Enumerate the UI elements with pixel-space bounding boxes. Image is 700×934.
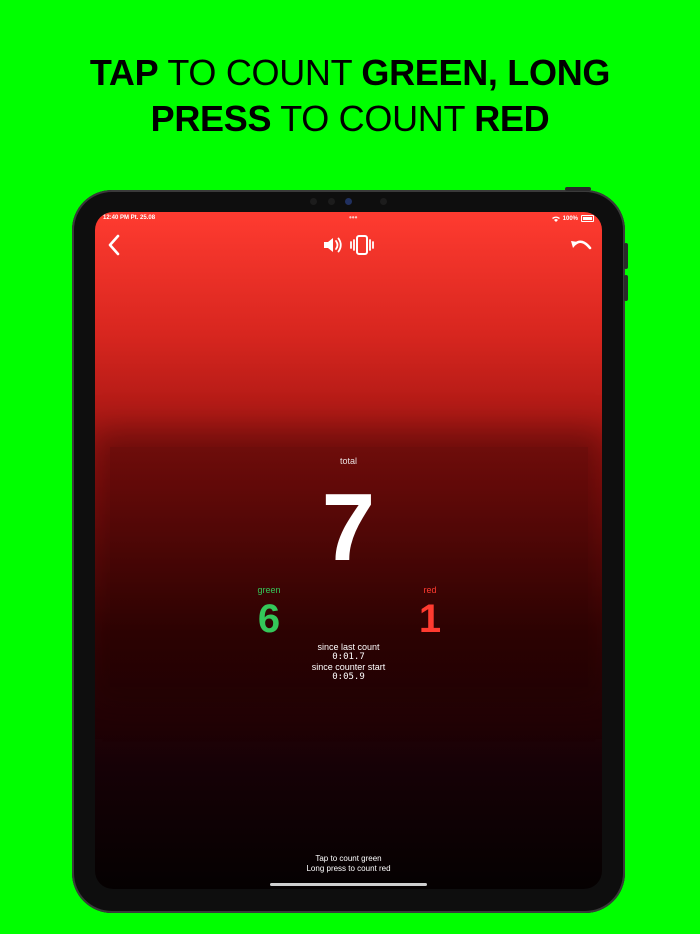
volume-up-button [624,243,628,269]
since-last-label: since last count [317,642,380,652]
headline-word: TO COUNT [271,98,475,139]
headline-line-2: PRESS TO COUNT RED [0,96,700,142]
since-start-label: since counter start [311,662,386,672]
green-label: green [257,585,281,595]
multitask-dots: ••• [349,213,358,222]
headline-word: RED [474,98,550,139]
status-right: 100% [551,215,594,222]
undo-icon[interactable] [570,238,592,252]
total-value: 7 [321,474,376,581]
headline-word: TO COUNT [158,52,362,93]
headline: TAP TO COUNT GREEN, LONG PRESS TO COUNT … [0,50,700,142]
hint-line-2: Long press to count red [306,864,391,873]
wifi-icon [551,216,560,222]
app-screen[interactable]: 12:40 PM Pt. 25.08 ••• 100% total 7 gree… [95,212,602,889]
red-count: 1 [418,597,442,641]
headline-line-1: TAP TO COUNT GREEN, LONG [0,50,700,96]
top-button [565,187,591,191]
vibration-icon[interactable] [349,235,375,255]
headline-word: GREEN, LONG [361,52,611,93]
chevron-left-icon[interactable] [107,234,121,256]
speaker-icon[interactable] [323,236,343,254]
headline-word: PRESS [150,98,272,139]
status-bar: 12:40 PM Pt. 25.08 ••• 100% [103,213,594,227]
hint-line-1: Tap to count green [315,854,382,863]
status-time: 12:40 PM Pt. 25.08 [103,215,156,221]
battery-icon [581,215,594,222]
battery-percent: 100% [562,215,578,222]
headline-word: TAP [89,52,159,93]
total-label: total [339,456,357,466]
home-indicator[interactable] [270,883,427,886]
red-label: red [423,585,437,595]
since-last-value: 0:01.7 [332,652,365,662]
camera-sensor-bar [300,195,400,209]
green-count: 6 [257,597,281,641]
volume-down-button [624,275,628,301]
since-start-value: 0:05.9 [332,672,365,682]
